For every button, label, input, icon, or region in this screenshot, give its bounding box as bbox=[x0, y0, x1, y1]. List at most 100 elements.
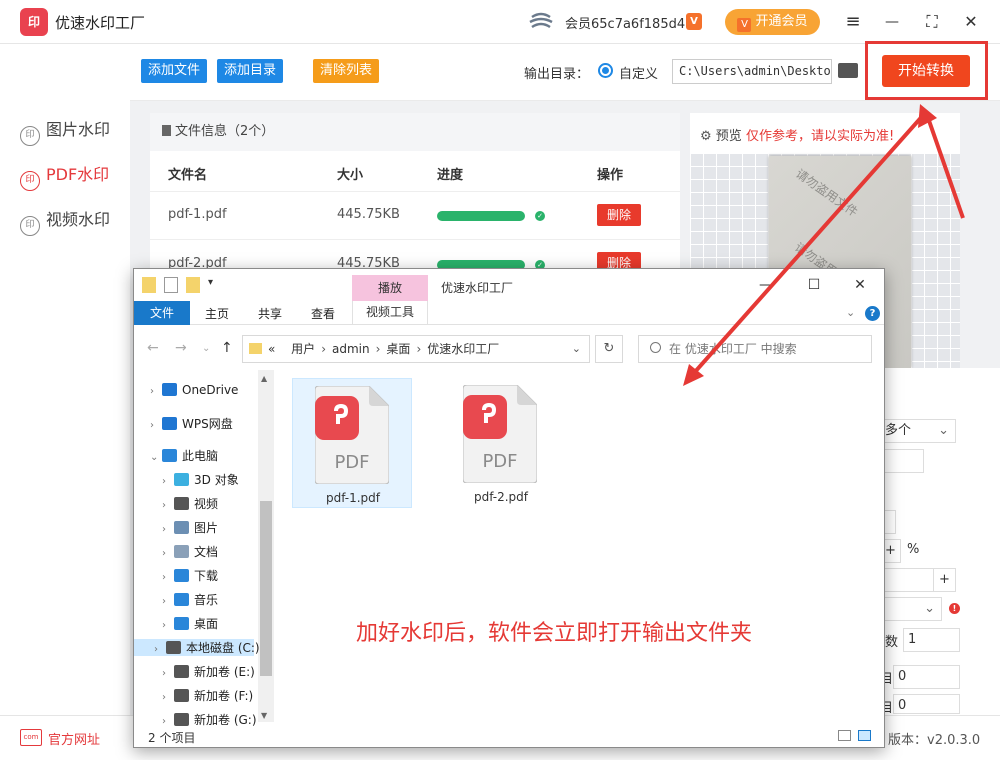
back-arrow-icon[interactable]: ← bbox=[147, 340, 159, 356]
maximize-button[interactable]: ☐ bbox=[804, 275, 824, 295]
scroll-down-icon[interactable]: ▼ bbox=[261, 711, 267, 720]
chevron-down-icon[interactable]: ▾ bbox=[208, 277, 216, 293]
large-icons-view-icon[interactable] bbox=[858, 730, 871, 741]
tree-item[interactable]: › 新加卷 (E:) bbox=[142, 663, 255, 680]
tree-item[interactable]: › WPS网盘 bbox=[142, 415, 233, 432]
close-button[interactable]: ✕ bbox=[850, 275, 870, 295]
settings-select-value: 多个 bbox=[885, 423, 912, 438]
user-avatar-icon[interactable] bbox=[528, 11, 554, 33]
username: 会员65c7a6f185d4 bbox=[565, 17, 686, 32]
custom-radio[interactable] bbox=[598, 63, 613, 78]
tab-video-tools[interactable]: 视频工具 bbox=[352, 301, 428, 325]
file-explorer-window[interactable]: ▾ 播放 优速水印工厂 — ☐ ✕ 文件 主页 共享 查看 视频工具 ⌄ ? ←… bbox=[133, 268, 885, 748]
tree-item[interactable]: › 新加卷 (F:) bbox=[142, 687, 253, 704]
breadcrumb[interactable]: « bbox=[268, 342, 275, 356]
forward-arrow-icon[interactable]: → bbox=[175, 340, 187, 356]
tree-item[interactable]: › 视频 bbox=[142, 495, 218, 512]
count-input[interactable]: 1 bbox=[903, 628, 960, 652]
details-view-icon[interactable] bbox=[838, 730, 851, 741]
refresh-button[interactable]: ↻ bbox=[595, 335, 623, 363]
add-file-button[interactable]: 添加文件 bbox=[141, 59, 208, 83]
scrollbar-thumb[interactable] bbox=[260, 501, 272, 676]
offset-input[interactable]: 0 bbox=[893, 694, 960, 714]
settings-input[interactable] bbox=[880, 449, 924, 473]
new-folder-icon[interactable] bbox=[186, 277, 200, 293]
annotation-text: 加好水印后，软件会立即打开输出文件夹 bbox=[356, 621, 753, 646]
clear-list-button[interactable]: 清除列表 bbox=[313, 59, 380, 83]
chevron-right-icon[interactable]: › bbox=[162, 620, 174, 631]
sidebar-item-video-watermark[interactable]: 印视频水印 bbox=[20, 206, 110, 236]
chevron-right-icon[interactable]: › bbox=[162, 572, 174, 583]
tree-item[interactable]: › 文档 bbox=[142, 543, 218, 560]
warning-icon: ! bbox=[949, 603, 960, 614]
chevron-down-icon[interactable]: ⌄ bbox=[846, 306, 855, 319]
scroll-up-icon[interactable]: ▲ bbox=[261, 374, 267, 383]
highlight-frame bbox=[865, 41, 988, 100]
chevron-down-icon[interactable]: ⌄ bbox=[202, 343, 210, 354]
tree-item[interactable]: › 3D 对象 bbox=[142, 471, 239, 488]
chevron-right-icon[interactable]: › bbox=[162, 524, 174, 535]
chevron-right-icon[interactable]: › bbox=[162, 500, 174, 511]
chevron-right-icon[interactable]: › bbox=[162, 476, 174, 487]
settings-select[interactable]: ⌄ bbox=[880, 597, 942, 621]
folder-icon[interactable] bbox=[838, 63, 858, 78]
sidebar-item-image-watermark[interactable]: 印图片水印 bbox=[20, 116, 110, 146]
file-item[interactable]: PDF pdf-1.pdf bbox=[292, 378, 412, 508]
official-site-link[interactable]: 官方网址 bbox=[48, 729, 100, 748]
tree-item[interactable]: › 下载 bbox=[142, 567, 218, 584]
menu-icon[interactable]: ≡ bbox=[841, 10, 865, 34]
file-item[interactable]: PDF pdf-2.pdf bbox=[441, 378, 561, 508]
chevron-right-icon[interactable]: › bbox=[162, 692, 174, 703]
tree-item[interactable]: › 音乐 bbox=[142, 591, 218, 608]
minimize-button[interactable]: — bbox=[880, 10, 904, 34]
settings-select[interactable]: 多个 ⌄ bbox=[880, 419, 956, 443]
close-button[interactable]: ✕ bbox=[959, 10, 983, 34]
chevron-down-icon: ⌄ bbox=[924, 601, 935, 616]
tree-item-label: 下载 bbox=[194, 569, 219, 583]
tab-play[interactable]: 播放 bbox=[352, 275, 428, 301]
tab-share[interactable]: 共享 bbox=[258, 305, 282, 322]
sidebar-item-pdf-watermark[interactable]: 印 PDF水印 bbox=[20, 161, 109, 191]
chevron-down-icon[interactable]: ⌄ bbox=[572, 336, 581, 362]
search-input[interactable]: 在 优速水印工厂 中搜索 bbox=[638, 335, 872, 363]
minimize-button[interactable]: — bbox=[756, 275, 776, 295]
add-directory-button[interactable]: 添加目录 bbox=[217, 59, 284, 83]
breadcrumb[interactable]: 桌面 bbox=[386, 342, 410, 356]
folder-icon[interactable] bbox=[142, 277, 156, 293]
tab-file[interactable]: 文件 bbox=[134, 301, 190, 325]
checklist-icon[interactable] bbox=[164, 277, 178, 293]
tree-item[interactable]: › 新加卷 (G:) bbox=[142, 711, 257, 728]
chevron-right-icon[interactable]: › bbox=[154, 644, 166, 655]
up-arrow-icon[interactable]: ↑ bbox=[221, 340, 233, 356]
offset-input[interactable]: 0 bbox=[893, 665, 960, 689]
chevron-right-icon[interactable]: › bbox=[162, 548, 174, 559]
maximize-button[interactable]: ⛶ bbox=[920, 10, 944, 34]
tree-item[interactable]: › 图片 bbox=[142, 519, 218, 536]
custom-radio-label[interactable]: 自定义 bbox=[619, 63, 658, 82]
chevron-right-icon[interactable]: › bbox=[162, 716, 174, 727]
settings-input[interactable]: + bbox=[880, 568, 956, 592]
breadcrumb[interactable]: admin bbox=[332, 342, 370, 356]
output-path-input[interactable]: C:\Users\admin\Desktop bbox=[672, 59, 832, 84]
tree-item[interactable]: › 桌面 bbox=[142, 615, 218, 632]
divider bbox=[150, 239, 680, 240]
chevron-right-icon[interactable]: › bbox=[150, 420, 162, 431]
chevron-right-icon[interactable]: › bbox=[162, 668, 174, 679]
breadcrumb[interactable]: 优速水印工厂 bbox=[427, 342, 499, 356]
tree-item[interactable]: › 本地磁盘 (C:) bbox=[134, 639, 260, 656]
tab-home[interactable]: 主页 bbox=[205, 305, 229, 322]
tree-item[interactable]: ⌄ 此电脑 bbox=[142, 447, 218, 464]
chevron-right-icon[interactable]: › bbox=[150, 386, 162, 397]
tab-view[interactable]: 查看 bbox=[311, 305, 335, 322]
chevron-right-icon[interactable]: › bbox=[162, 596, 174, 607]
delete-button[interactable]: 删除 bbox=[597, 204, 641, 226]
plus-icon[interactable]: + bbox=[933, 569, 955, 591]
breadcrumb[interactable]: 用户 bbox=[291, 342, 315, 356]
cloud-icon bbox=[162, 417, 177, 430]
tree-item[interactable]: › OneDrive bbox=[142, 383, 238, 397]
chevron-down-icon[interactable]: ⌄ bbox=[150, 452, 162, 463]
address-bar[interactable]: « 用户 › admin › 桌面 › 优速水印工厂 ⌄ bbox=[242, 335, 590, 363]
gear-icon: ⚙ bbox=[700, 129, 712, 144]
help-icon[interactable]: ? bbox=[865, 306, 880, 321]
vip-button[interactable]: V 开通会员 bbox=[725, 9, 820, 35]
